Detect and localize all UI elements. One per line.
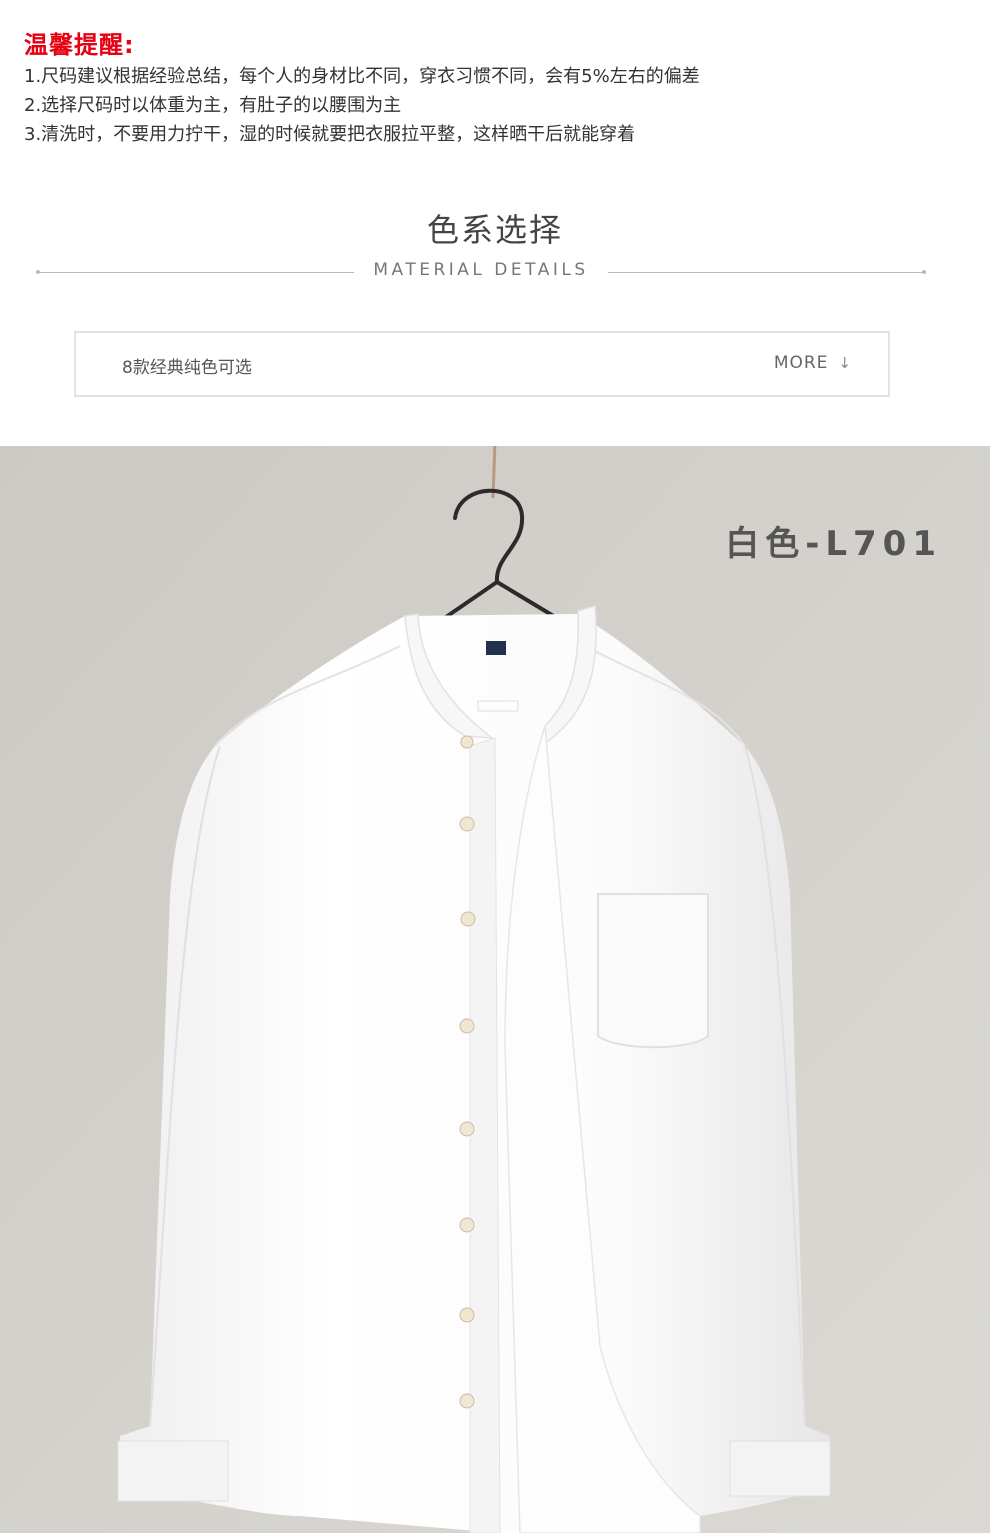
section-title: 色系选择 xyxy=(426,211,563,249)
right-cuff xyxy=(729,1440,831,1497)
reminder-line-2: 2.选择尺码时以体重为主，有肚子的以腰围为主 xyxy=(24,95,402,116)
shirt-illustration xyxy=(0,446,990,1533)
section-header: 色系选择 xyxy=(0,205,990,251)
color-options-bar[interactable]: 8款经典纯色可选 MORE ↓ xyxy=(74,331,890,397)
reminder-section: 温馨提醒: 1.尺码建议根据经验总结，每个人的身材比不同，穿衣习惯不同，会有5%… xyxy=(24,28,964,149)
divider-right xyxy=(608,272,926,273)
divider-right-cap xyxy=(922,270,926,274)
section-subtitle: MATERIAL DETAILS xyxy=(373,260,589,280)
brand-tag xyxy=(486,641,506,655)
color-options-text: 8款经典纯色可选 xyxy=(122,358,252,378)
color-label: 白色-L701 xyxy=(725,524,942,564)
section-subtitle-row: MATERIAL DETAILS xyxy=(36,260,926,286)
more-button[interactable]: MORE ↓ xyxy=(774,353,852,373)
more-label: MORE xyxy=(773,353,829,373)
shirt-pocket xyxy=(597,893,709,1049)
reminder-line-3: 3.清洗时，不要用力拧干，湿的时候就要把衣服拉平整，这样晒干后就能穿着 xyxy=(24,124,636,145)
reminder-line-1: 1.尺码建议根据经验总结，每个人的身材比不同，穿衣习惯不同，会有5%左右的偏差 xyxy=(24,66,700,87)
reminder-title: 温馨提醒: xyxy=(24,31,135,59)
left-cuff xyxy=(117,1440,229,1502)
shirt-placket xyxy=(469,737,501,1533)
product-photo: 白色-L701 xyxy=(0,446,990,1533)
arrow-down-icon: ↓ xyxy=(838,354,852,372)
